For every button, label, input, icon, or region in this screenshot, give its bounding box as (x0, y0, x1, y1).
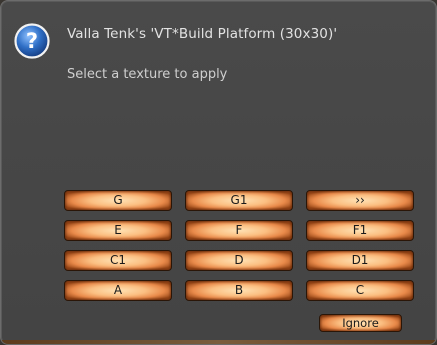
texture-button-a[interactable]: A (64, 280, 172, 301)
texture-button-d1[interactable]: D1 (306, 250, 414, 271)
texture-button-f1[interactable]: F1 (306, 220, 414, 241)
next-page-button[interactable]: ›› (306, 190, 414, 211)
svg-text:?: ? (26, 29, 38, 53)
ignore-button[interactable]: Ignore (319, 314, 402, 332)
texture-button-f[interactable]: F (185, 220, 293, 241)
dialog-message: Select a texture to apply (67, 67, 228, 82)
texture-button-g[interactable]: G (64, 190, 172, 211)
texture-button-c1[interactable]: C1 (64, 250, 172, 271)
texture-button-d[interactable]: D (185, 250, 293, 271)
dialog-title: Valla Tenk's 'VT*Build Platform (30x30)' (67, 26, 338, 42)
texture-button-b[interactable]: B (185, 280, 293, 301)
texture-button-g1[interactable]: G1 (185, 190, 293, 211)
texture-button-c[interactable]: C (306, 280, 414, 301)
question-icon: ? (14, 23, 50, 59)
script-dialog: ? Valla Tenk's 'VT*Build Platform (30x30… (0, 0, 437, 345)
texture-button-e[interactable]: E (64, 220, 172, 241)
